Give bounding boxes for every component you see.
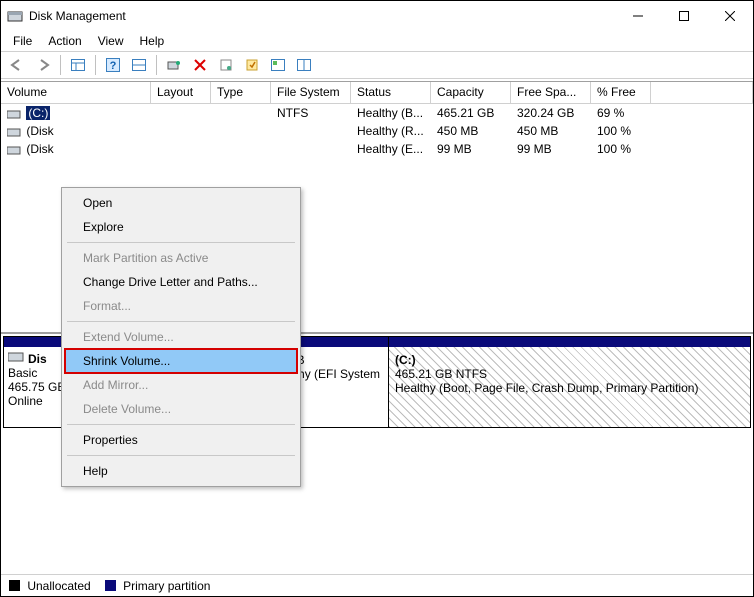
volume-free: 320.24 GB: [511, 105, 591, 121]
volume-status: Healthy (R...: [351, 123, 431, 139]
volume-name: (C:): [26, 106, 50, 120]
partition-c[interactable]: (C:) 465.21 GB NTFS Healthy (Boot, Page …: [389, 337, 750, 427]
back-button[interactable]: [5, 54, 29, 76]
volume-fs: [271, 130, 351, 132]
volume-fs: [271, 148, 351, 150]
wizard-button[interactable]: [266, 54, 290, 76]
volume-capacity: 465.21 GB: [431, 105, 511, 121]
cm-mark-active: Mark Partition as Active: [65, 246, 297, 270]
drive-icon: [7, 126, 21, 138]
titlebar: Disk Management: [1, 1, 753, 31]
cm-help[interactable]: Help: [65, 459, 297, 483]
view-list-button[interactable]: [292, 54, 316, 76]
volume-type: [211, 112, 271, 114]
close-button[interactable]: [707, 1, 753, 31]
volume-capacity: 450 MB: [431, 123, 511, 139]
forward-button[interactable]: [31, 54, 55, 76]
toolbar-separator: [95, 55, 96, 75]
context-menu: Open Explore Mark Partition as Active Ch…: [61, 187, 301, 487]
column-headers: Volume Layout Type File System Status Ca…: [1, 82, 753, 104]
volume-status: Healthy (B...: [351, 105, 431, 121]
volume-layout: [151, 148, 211, 150]
window-title: Disk Management: [29, 9, 615, 23]
properties-button[interactable]: [214, 54, 238, 76]
drive-icon: [7, 108, 21, 120]
cm-separator: [67, 424, 295, 425]
volume-free: 99 MB: [511, 141, 591, 157]
legend-unallocated: Unallocated: [9, 579, 91, 593]
volume-row[interactable]: (Disk Healthy (E... 99 MB 99 MB 100 %: [1, 140, 753, 158]
disk-icon: [8, 351, 24, 366]
menu-file[interactable]: File: [5, 32, 40, 50]
refresh-button[interactable]: [162, 54, 186, 76]
volume-pctfree: 100 %: [591, 141, 651, 157]
disk-management-icon: [7, 8, 23, 24]
cm-shrink-volume[interactable]: Shrink Volume...: [65, 349, 297, 373]
menu-help[interactable]: Help: [132, 32, 173, 50]
volume-pctfree: 69 %: [591, 105, 651, 121]
volume-pctfree: 100 %: [591, 123, 651, 139]
legend-primary: Primary partition: [105, 579, 211, 593]
toolbar-separator: [60, 55, 61, 75]
cm-change-drive-letter[interactable]: Change Drive Letter and Paths...: [65, 270, 297, 294]
volume-row[interactable]: (C:) NTFS Healthy (B... 465.21 GB 320.24…: [1, 104, 753, 122]
action-button[interactable]: [240, 54, 264, 76]
volume-layout: [151, 130, 211, 132]
cm-delete-volume: Delete Volume...: [65, 397, 297, 421]
volume-free: 450 MB: [511, 123, 591, 139]
col-type[interactable]: Type: [211, 82, 271, 103]
volume-fs: NTFS: [271, 105, 351, 121]
col-layout[interactable]: Layout: [151, 82, 211, 103]
volume-row[interactable]: (Disk Healthy (R... 450 MB 450 MB 100 %: [1, 122, 753, 140]
cm-format: Format...: [65, 294, 297, 318]
cm-properties[interactable]: Properties: [65, 428, 297, 452]
volume-type: [211, 130, 271, 132]
col-free-space[interactable]: Free Spa...: [511, 82, 591, 103]
volume-layout: [151, 112, 211, 114]
cm-separator: [67, 242, 295, 243]
disk-name: Dis: [28, 352, 47, 366]
part-size: 465.21 GB NTFS: [395, 367, 487, 381]
cm-separator: [67, 321, 295, 322]
part-name: (C:): [395, 353, 416, 367]
maximize-button[interactable]: [661, 1, 707, 31]
toolbar: ?: [1, 51, 753, 79]
volume-capacity: 99 MB: [431, 141, 511, 157]
col-spacer: [651, 82, 753, 103]
menu-view[interactable]: View: [90, 32, 132, 50]
volume-type: [211, 148, 271, 150]
main-area: Volume Layout Type File System Status Ca…: [1, 81, 753, 572]
col-volume[interactable]: Volume: [1, 82, 151, 103]
cm-open[interactable]: Open: [65, 191, 297, 215]
cm-extend-volume: Extend Volume...: [65, 325, 297, 349]
swatch-unallocated: [9, 580, 20, 591]
cm-explore[interactable]: Explore: [65, 215, 297, 239]
menu-action[interactable]: Action: [40, 32, 89, 50]
view-panes-button[interactable]: [66, 54, 90, 76]
cm-separator: [67, 455, 295, 456]
minimize-button[interactable]: [615, 1, 661, 31]
volume-name: (Disk: [26, 142, 53, 156]
statusbar: Unallocated Primary partition: [1, 574, 753, 596]
toolbar-separator: [156, 55, 157, 75]
cm-add-mirror: Add Mirror...: [65, 373, 297, 397]
drive-icon: [7, 144, 21, 156]
help-button[interactable]: ?: [101, 54, 125, 76]
view-settings-button[interactable]: [127, 54, 151, 76]
col-filesystem[interactable]: File System: [271, 82, 351, 103]
swatch-primary: [105, 580, 116, 591]
volume-name: (Disk: [26, 124, 53, 138]
svg-text:?: ?: [110, 60, 117, 72]
delete-button[interactable]: [188, 54, 212, 76]
partition-stripe: [389, 337, 750, 347]
col-percent-free[interactable]: % Free: [591, 82, 651, 103]
col-capacity[interactable]: Capacity: [431, 82, 511, 103]
part-status: Healthy (Boot, Page File, Crash Dump, Pr…: [395, 381, 698, 395]
menubar: File Action View Help: [1, 31, 753, 51]
col-status[interactable]: Status: [351, 82, 431, 103]
volume-status: Healthy (E...: [351, 141, 431, 157]
